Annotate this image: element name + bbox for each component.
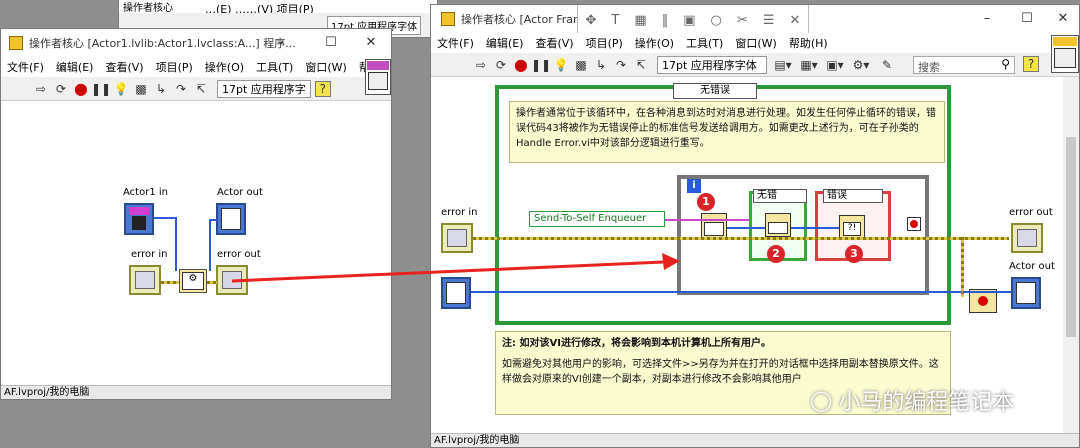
wechat-icon: ◯ <box>810 388 833 412</box>
watermark-text: 小马的编程笔记本 <box>838 390 1015 415</box>
red-arrow <box>231 253 680 283</box>
watermark: ◯ 小马的编程笔记本 <box>810 384 1014 416</box>
